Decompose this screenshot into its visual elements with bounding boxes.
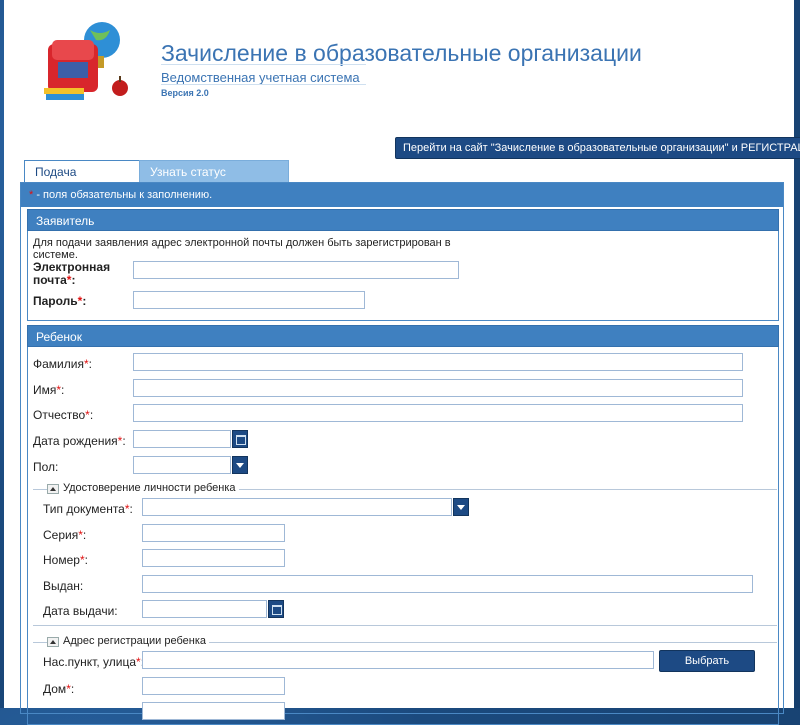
surname-field[interactable] (133, 353, 743, 371)
applicant-intro: Для подачи заявления адрес электронной п… (33, 237, 451, 261)
child-section-title: Ребенок (27, 325, 779, 347)
street-field[interactable] (142, 651, 654, 669)
issue-date-label: Дата выдачи: (43, 604, 118, 618)
fieldset-border (209, 642, 777, 643)
gender-label: Пол: (33, 460, 59, 474)
fieldset-border (33, 489, 47, 490)
page: Зачисление в образовательные организации… (4, 0, 800, 725)
issued-field[interactable] (142, 575, 753, 593)
number-field[interactable] (142, 549, 285, 567)
issue-date-field[interactable] (142, 600, 267, 618)
fieldset-border (239, 489, 777, 490)
birthdate-field[interactable] (133, 430, 231, 448)
surname-label: Фамилия*: (33, 357, 92, 371)
app-subtitle: Ведомственная учетная система (161, 70, 360, 85)
required-note: * - поля обязательны к заполнению. (21, 183, 783, 207)
password-label: Пароль*: (33, 294, 87, 308)
number-label: Номер*: (43, 553, 88, 567)
divider (161, 64, 366, 65)
tab-check-status[interactable]: Узнать статус заявления (139, 160, 289, 201)
chevron-down-icon[interactable] (232, 456, 248, 474)
birthdate-label: Дата рождения*: (33, 434, 126, 448)
fieldset-border (33, 642, 47, 643)
tab-submit-application[interactable]: Подача заявления (24, 160, 142, 201)
identity-legend: Удостоверение личности ребенка (63, 482, 236, 494)
school-logo-icon (44, 22, 128, 100)
email-field[interactable] (133, 261, 459, 279)
doc-type-select[interactable] (142, 498, 452, 516)
choose-address-button[interactable]: Выбрать (659, 650, 755, 672)
chevron-down-icon[interactable] (453, 498, 469, 516)
next-field[interactable] (142, 702, 285, 720)
applicant-section-title: Заявитель (27, 209, 779, 231)
house-label: Дом*: (43, 682, 75, 696)
gender-select[interactable] (133, 456, 231, 474)
series-field[interactable] (142, 524, 285, 542)
patronymic-label: Отчество*: (33, 408, 94, 422)
calendar-icon[interactable] (232, 430, 248, 448)
app-title: Зачисление в образовательные организации (161, 40, 642, 66)
name-label: Имя*: (33, 383, 65, 397)
calendar-icon[interactable] (268, 600, 284, 618)
doc-type-label: Тип документа*: (43, 502, 133, 516)
email-label: Электронная почта*: (33, 260, 111, 287)
divider (161, 84, 366, 85)
collapse-icon[interactable] (47, 484, 59, 494)
name-field[interactable] (133, 379, 743, 397)
street-label: Нас.пункт, улица*: (43, 655, 144, 669)
address-legend: Адрес регистрации ребенка (63, 635, 207, 647)
house-field[interactable] (142, 677, 285, 695)
issued-label: Выдан: (43, 579, 84, 593)
password-field[interactable] (133, 291, 365, 309)
fieldset-border (33, 625, 777, 626)
required-note-text: - поля обязательны к заполнению. (33, 189, 213, 201)
application-form: * - поля обязательны к заполнению. Заяви… (20, 182, 784, 725)
series-label: Серия*: (43, 528, 87, 542)
app-version: Версия 2.0 (161, 88, 209, 98)
collapse-icon[interactable] (47, 637, 59, 647)
go-to-site-registration-button[interactable]: Перейти на сайт "Зачисление в образовате… (395, 137, 800, 159)
patronymic-field[interactable] (133, 404, 743, 422)
